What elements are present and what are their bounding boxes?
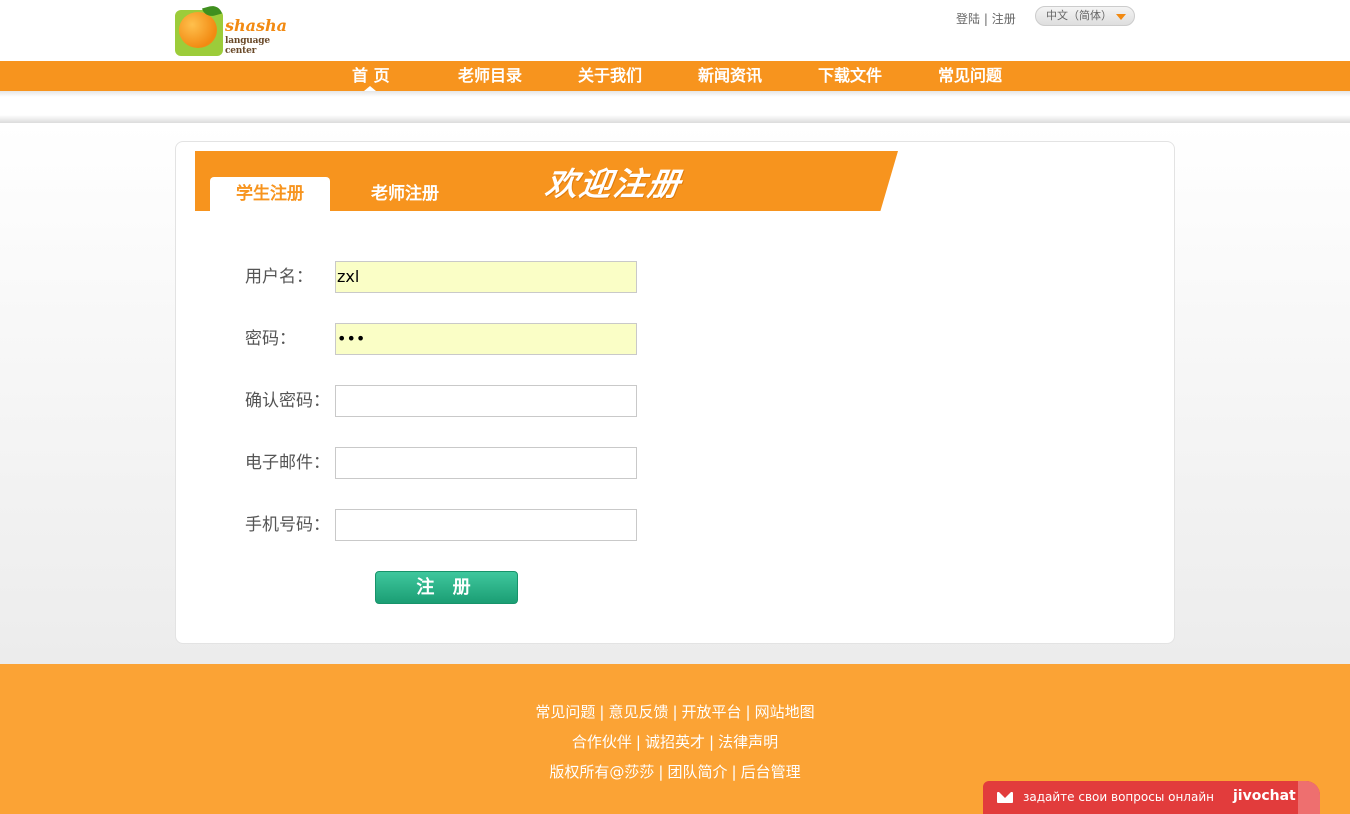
site-header: shasha language center 登陆 | 注册 中文（简体） (0, 0, 1350, 61)
footer-link-partners[interactable]: 合作伙伴 (572, 733, 632, 751)
confirm-password-label: 确认密码： (245, 391, 330, 411)
footer-separator: | (635, 733, 641, 751)
welcome-title: 欢迎注册 (543, 165, 685, 203)
footer-row-2: 合作伙伴 | 诚招英才 | 法律声明 (0, 731, 1350, 752)
nav-item-news[interactable]: 新闻资讯 (698, 61, 762, 91)
orange-icon (179, 12, 217, 48)
chevron-down-icon (1116, 14, 1126, 20)
footer-separator: | (745, 703, 751, 721)
footer-link-feedback[interactable]: 意见反馈 (608, 703, 668, 721)
footer-link-faq[interactable]: 常见问题 (535, 703, 595, 721)
nav-item-downloads[interactable]: 下载文件 (818, 61, 882, 91)
live-chat-widget[interactable]: задайте свои вопросы онлайн jivochat (983, 781, 1320, 814)
footer-row-3: 版权所有@莎莎 | 团队简介 | 后台管理 (0, 761, 1350, 782)
nav-item-about[interactable]: 关于我们 (578, 61, 642, 91)
footer-link-sitemap[interactable]: 网站地图 (755, 703, 815, 721)
confirm-password-field[interactable] (335, 385, 637, 417)
footer-separator: | (658, 763, 664, 781)
footer-link-admin[interactable]: 后台管理 (741, 763, 801, 781)
language-label: 中文（简体） (1046, 9, 1112, 22)
language-select[interactable]: 中文（简体） (1035, 6, 1135, 26)
register-link[interactable]: 注册 (992, 12, 1016, 26)
envelope-icon (997, 792, 1013, 803)
footer-link-open-platform[interactable]: 开放平台 (682, 703, 742, 721)
login-link[interactable]: 登陆 (956, 12, 980, 26)
footer-separator: | (599, 703, 605, 721)
site-logo[interactable]: shasha language center (175, 3, 300, 56)
tab-student-register[interactable]: 学生注册 (210, 177, 330, 211)
password-label: 密码： (245, 329, 296, 349)
tab-teacher-register[interactable]: 老师注册 (345, 177, 465, 211)
logo-text-sub: language center (225, 36, 270, 56)
username-label: 用户名： (245, 267, 313, 287)
password-field[interactable]: ••• (335, 323, 637, 355)
chat-prompt: задайте свои вопросы онлайн (1023, 790, 1214, 804)
nav-shadow-strip (0, 91, 1350, 123)
register-button[interactable]: 注 册 (375, 571, 518, 604)
footer-link-team[interactable]: 团队简介 (667, 763, 727, 781)
phone-label: 手机号码： (245, 515, 330, 535)
account-links: 登陆 | 注册 (956, 10, 1016, 27)
footer-copyright: 版权所有@莎莎 (549, 763, 655, 781)
footer-separator: | (731, 763, 737, 781)
email-field[interactable] (335, 447, 637, 479)
nav-item-teachers[interactable]: 老师目录 (458, 61, 522, 91)
footer-link-legal[interactable]: 法律声明 (718, 733, 778, 751)
phone-field[interactable] (335, 509, 637, 541)
link-separator: | (980, 12, 992, 26)
footer-separator: | (709, 733, 715, 751)
chat-brand-logo: jivochat (1233, 788, 1296, 804)
username-field[interactable]: zxl (335, 261, 637, 293)
main-nav: 首 页 老师目录 关于我们 新闻资讯 下载文件 常见问题 (0, 61, 1350, 91)
logo-text-main: shasha (225, 16, 288, 35)
footer-separator: | (672, 703, 678, 721)
footer-link-careers[interactable]: 诚招英才 (645, 733, 705, 751)
chat-widget-edge (1298, 781, 1320, 814)
email-label: 电子邮件： (245, 453, 330, 473)
nav-item-faq[interactable]: 常见问题 (938, 61, 1002, 91)
footer-row-1: 常见问题 | 意见反馈 | 开放平台 | 网站地图 (0, 701, 1350, 722)
